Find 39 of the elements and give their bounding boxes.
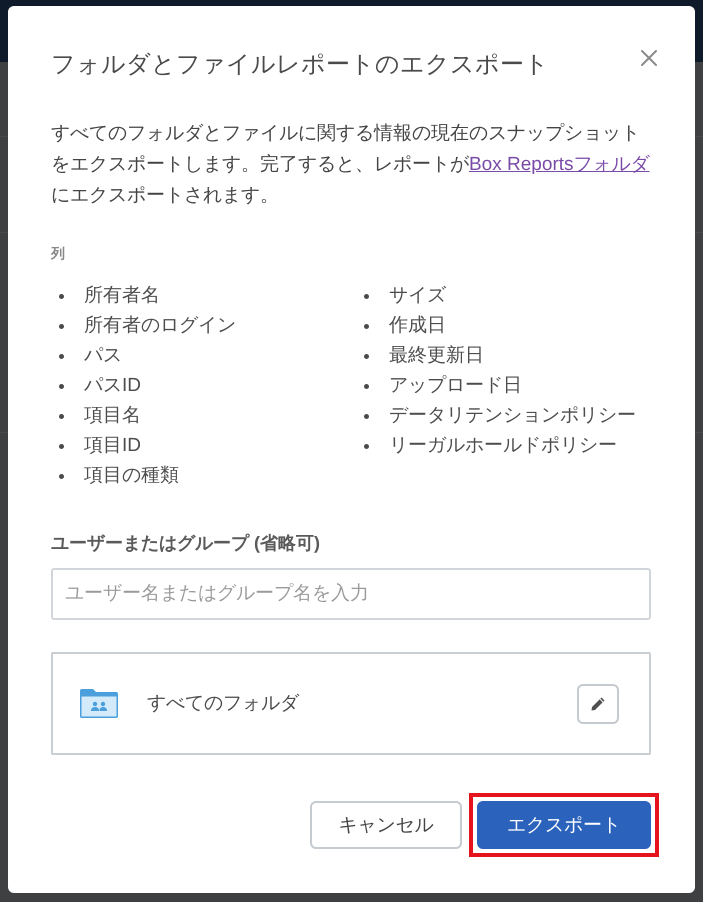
column-name: データリテンションポリシー [389, 404, 636, 428]
bullet-icon [364, 354, 369, 358]
column-name: 所有者名 [84, 284, 160, 308]
column-name: 所有者のログイン [84, 314, 236, 338]
bullet-icon [59, 444, 64, 448]
bullet-icon [364, 294, 369, 298]
folder-name: すべてのフォルダ [147, 692, 299, 716]
bullet-icon [59, 384, 64, 388]
close-icon[interactable] [641, 50, 657, 66]
bullet-icon [59, 354, 64, 358]
column-name: 作成日 [389, 314, 446, 338]
bullet-icon [59, 294, 64, 298]
pencil-icon [590, 696, 606, 712]
column-name: 最終更新日 [389, 344, 484, 368]
column-name: 項目名 [84, 404, 141, 428]
shared-folder-icon [80, 689, 118, 718]
column-name: 項目の種類 [84, 464, 179, 488]
column-name: パスID [84, 374, 141, 398]
bullet-icon [364, 384, 369, 388]
column-name: アップロード日 [389, 374, 522, 398]
box-reports-folder-link[interactable]: Box Reportsフォルダ [469, 154, 650, 175]
export-button[interactable]: エクスポート [477, 801, 651, 849]
user-group-input[interactable]: ユーザー名またはグループ名を入力 [51, 568, 651, 620]
description-text: すべてのフォルダとファイルに関する情報の現在のスナップショットをエクスポートします。完了すると、レポートがBox Reportsフォルダ にエクスポートされます。 [51, 122, 651, 208]
user-group-label: ユーザーまたはグループ (省略可) [51, 532, 321, 555]
column-name: パス [84, 344, 122, 368]
edit-button[interactable] [577, 684, 619, 724]
column-name: リーガルホールドポリシー [389, 434, 617, 458]
cancel-button[interactable]: キャンセル [310, 801, 462, 849]
column-name: 項目ID [84, 434, 141, 458]
bullet-icon [59, 414, 64, 418]
columns-label: 列 [51, 244, 66, 263]
bullet-icon [59, 474, 64, 478]
bullet-icon [364, 444, 369, 448]
bullet-icon [364, 414, 369, 418]
dialog-title: フォルダとファイルレポートのエクスポート [51, 50, 550, 80]
bullet-icon [364, 324, 369, 328]
bullet-icon [59, 324, 64, 328]
column-name: サイズ [389, 284, 446, 308]
